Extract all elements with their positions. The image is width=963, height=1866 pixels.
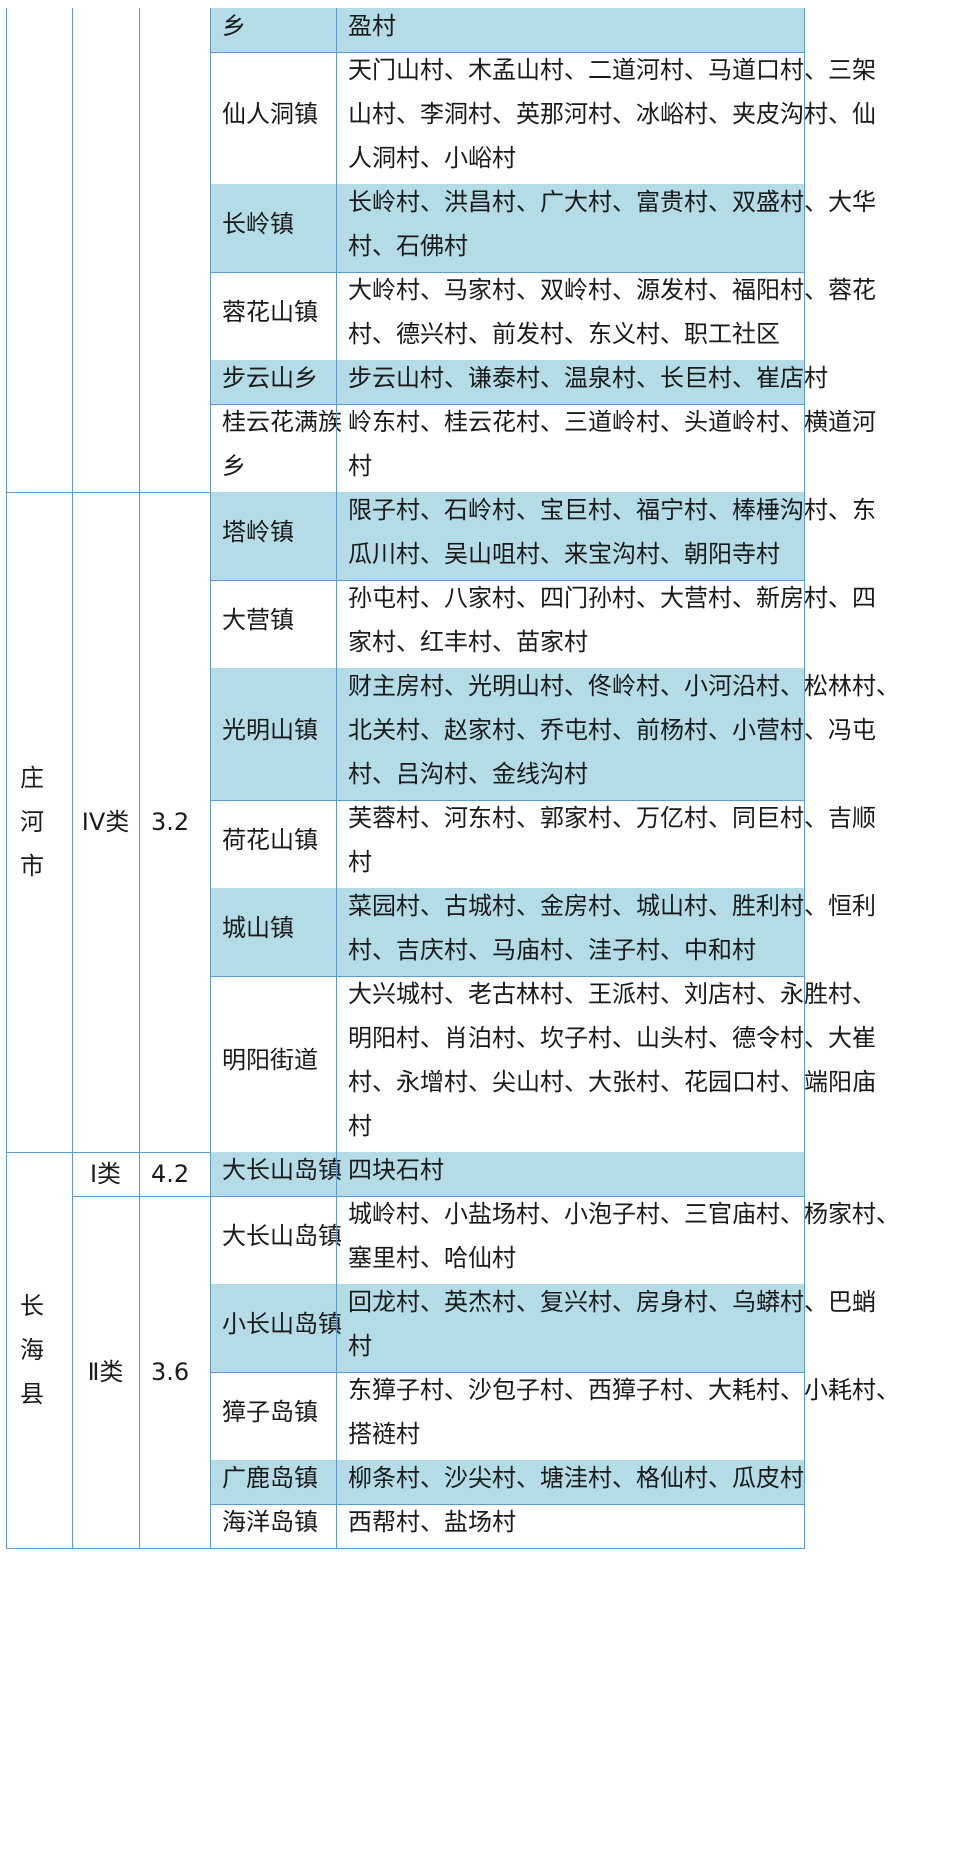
village-list: 回龙村、英杰村、复兴村、房身村、乌蟒村、巴蛸 [348,1288,876,1316]
village-list: 柳条村、沙尖村、塘洼村、格仙村、瓜皮村 [348,1464,804,1492]
county-name: 河 [20,808,44,836]
town-name: 大长山岛镇 [222,1222,342,1250]
village-list: 村 [348,452,372,480]
village-list: 搭裢村 [348,1420,420,1448]
village-list: 村 [348,1332,372,1360]
county-name: 县 [20,1380,44,1408]
town-name: 荷花山镇 [222,826,318,854]
town-name: 仙人洞镇 [222,100,318,128]
village-list: 大兴城村、老古林村、王派村、刘店村、永胜村、 [348,980,876,1008]
town-name: 蓉花山镇 [222,298,318,326]
town-name: 光明山镇 [222,716,318,744]
village-list: 村、德兴村、前发村、东义村、职工社区 [348,320,780,348]
village-list: 限子村、石岭村、宝巨村、福宁村、棒棰沟村、东 [348,496,876,524]
village-list: 长岭村、洪昌村、广大村、富贵村、双盛村、大华 [348,188,876,216]
village-list: 步云山村、谦泰村、温泉村、长巨村、崔店村 [348,364,828,392]
grid-line [804,8,805,1549]
category-label: Ⅰ类 [89,1160,122,1188]
town-name: 乡 [222,452,246,480]
village-list: 菜园村、古城村、金房村、城山村、胜利村、恒利 [348,892,876,920]
village-list: 村 [348,1112,372,1140]
town-name: 长岭镇 [222,210,294,238]
town-name: 步云山乡 [222,364,318,392]
town-name: 城山镇 [222,914,294,942]
town-name: 塔岭镇 [222,518,294,546]
grid-line [210,8,211,1549]
coefficient-value: 4.2 [151,1160,190,1188]
village-list: 村、永增村、尖山村、大张村、花园口村、端阳庙 [348,1068,876,1096]
town-name: 海洋岛镇 [222,1508,318,1536]
village-list: 东獐子村、沙包子村、西獐子村、大耗村、小耗村、 [348,1376,900,1404]
town-name: 小长山岛镇 [222,1310,342,1338]
town-name: 广鹿岛镇 [222,1464,318,1492]
highlight-band [210,8,804,52]
village-list: 塞里村、哈仙村 [348,1244,516,1272]
village-list: 芙蓉村、河东村、郭家村、万亿村、同巨村、吉顺 [348,804,876,832]
town-name: 大长山岛镇 [222,1156,342,1184]
village-list: 北关村、赵家村、乔屯村、前杨村、小营村、冯屯 [348,716,876,744]
village-list: 明阳村、肖泊村、坎子村、山头村、德令村、大崔 [348,1024,876,1052]
village-list: 村、吕沟村、金线沟村 [348,760,588,788]
village-list: 财主房村、光明山村、佟岭村、小河沿村、松林村、 [348,672,900,700]
village-list: 孙屯村、八家村、四门孙村、大营村、新房村、四 [348,584,876,612]
grid-line [6,1548,210,1549]
village-list: 家村、红丰村、苗家村 [348,628,588,656]
town-name: 獐子岛镇 [222,1398,318,1426]
town-name: 桂云花满族 [222,408,342,436]
village-list: 村、吉庆村、马庙村、洼子村、中和村 [348,936,756,964]
grid-line [6,8,7,1549]
village-list: 大岭村、马家村、双岭村、源发村、福阳村、蓉花 [348,276,876,304]
village-list: 人洞村、小峪村 [348,144,516,172]
grid-line [72,8,73,1549]
village-classification-table: 乡 盈村仙人洞镇 天门山村、木孟山村、二道河村、马道口村、三架 山村、李洞村、英那河村… [0,0,963,1866]
grid-line [210,1548,804,1549]
village-list: 岭东村、桂云花村、三道岭村、头道岭村、横道河 [348,408,876,436]
village-list: 盈村 [348,12,396,40]
category-label: IV类 [81,808,130,836]
town-name: 大营镇 [222,606,294,634]
county-name: 市 [20,852,44,880]
county-name: 海 [20,1336,44,1364]
village-list: 城岭村、小盐场村、小泡子村、三官庙村、杨家村、 [348,1200,900,1228]
village-list: 村、石佛村 [348,232,468,260]
grid-line [72,1196,210,1197]
village-list: 天门山村、木孟山村、二道河村、马道口村、三架 [348,56,876,84]
village-list: 山村、李洞村、英那河村、冰峪村、夹皮沟村、仙 [348,100,876,128]
county-name: 长 [20,1292,44,1320]
grid-line [139,8,140,1549]
coefficient-value: 3.6 [151,1358,190,1386]
county-name: 庄 [20,764,44,792]
category-label: Ⅱ类 [87,1358,124,1386]
village-list: 村 [348,848,372,876]
village-list: 西帮村、盐场村 [348,1508,516,1536]
village-list: 四块石村 [348,1156,444,1184]
coefficient-value: 3.2 [151,808,190,836]
town-name: 明阳街道 [222,1046,318,1074]
grid-line [6,492,210,493]
grid-line [336,8,337,1549]
town-name: 乡 [222,12,246,40]
village-list: 瓜川村、吴山咀村、来宝沟村、朝阳寺村 [348,540,780,568]
